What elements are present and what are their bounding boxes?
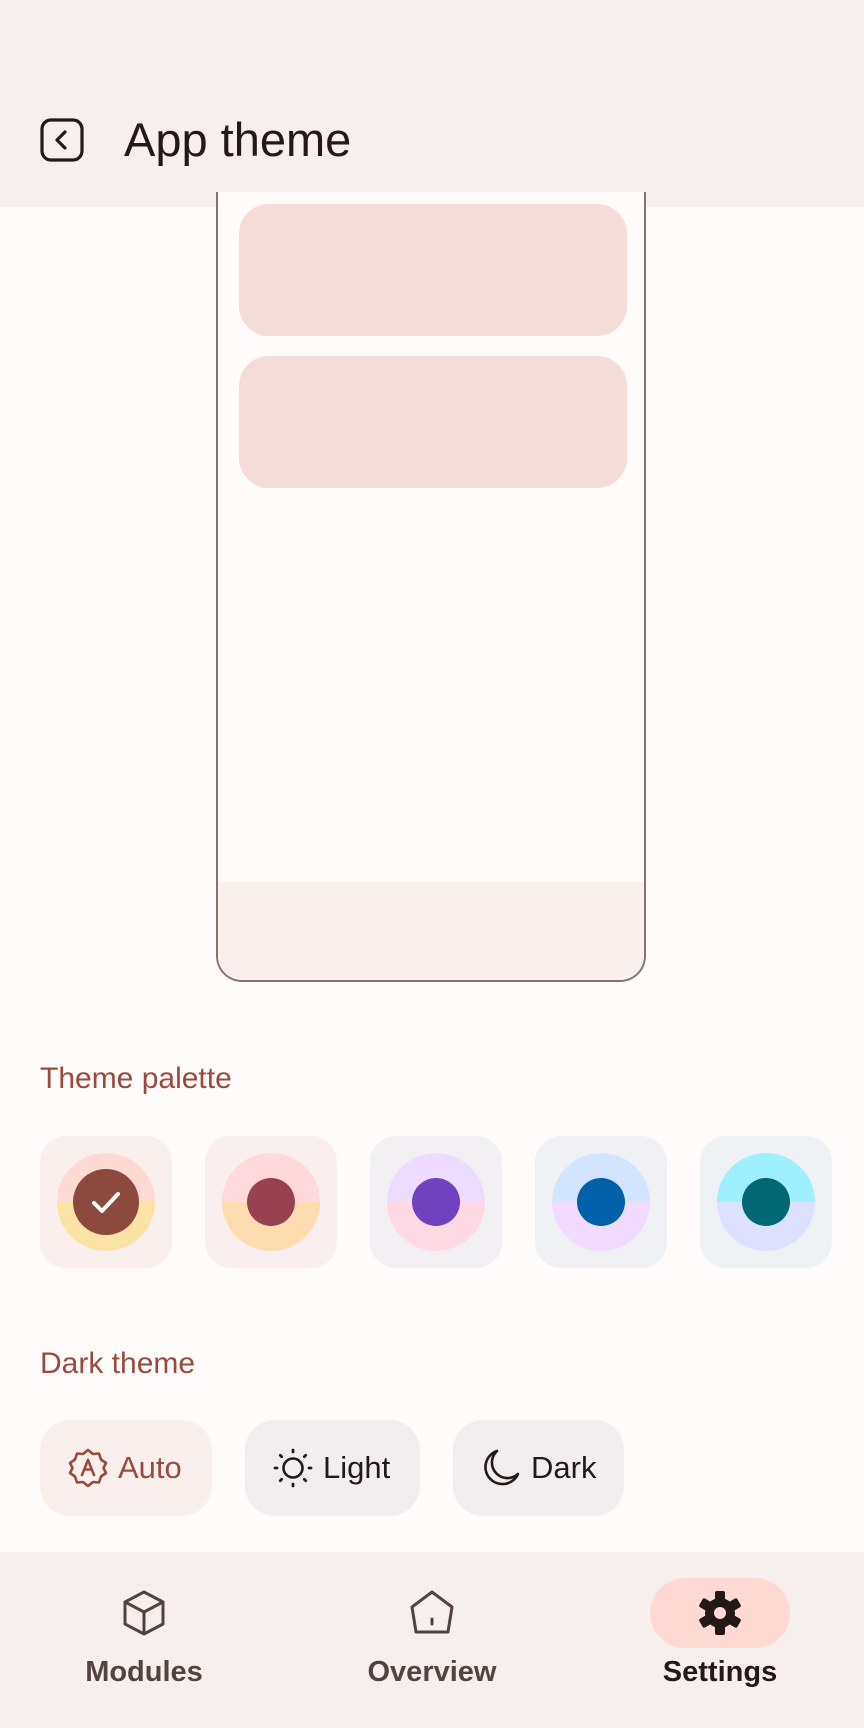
auto-theme-icon — [66, 1446, 110, 1490]
palette-ring — [387, 1153, 485, 1251]
palette-color-dot — [247, 1178, 295, 1226]
back-button[interactable] — [30, 108, 94, 172]
palette-color-dot — [73, 1169, 139, 1235]
palette-swatch[interactable] — [370, 1136, 502, 1268]
preview-nav-bar — [218, 882, 644, 980]
palette-row — [40, 1136, 832, 1268]
light-theme-label: Light — [323, 1450, 391, 1485]
auto-theme-label: Auto — [118, 1450, 182, 1485]
palette-color-dot — [742, 1178, 790, 1226]
palette-ring — [57, 1153, 155, 1251]
auto-theme-chip[interactable]: Auto — [40, 1420, 212, 1516]
theme-palette-title: Theme palette — [40, 1062, 232, 1095]
sun-icon — [271, 1446, 315, 1490]
palette-color-dot — [577, 1178, 625, 1226]
page-title: App theme — [124, 113, 352, 166]
palette-swatch[interactable] — [700, 1136, 832, 1268]
palette-ring — [717, 1153, 815, 1251]
moon-icon — [479, 1446, 523, 1490]
palette-swatch[interactable] — [40, 1136, 172, 1268]
top-app-bar: App theme — [0, 0, 864, 207]
nav-label-modules: Modules — [85, 1656, 203, 1688]
palette-ring — [552, 1153, 650, 1251]
gear-icon — [699, 1591, 741, 1635]
nav-pill — [74, 1578, 214, 1648]
palette-swatch[interactable] — [205, 1136, 337, 1268]
nav-pill — [362, 1578, 502, 1648]
back-icon — [40, 118, 84, 162]
bottom-navigation: Modules Overview Settings — [0, 1552, 864, 1728]
light-theme-chip[interactable]: Light — [245, 1420, 420, 1516]
check-icon — [92, 1192, 120, 1213]
preview-card — [239, 356, 627, 488]
nav-label-settings: Settings — [662, 1656, 778, 1688]
dark-theme-title: Dark theme — [40, 1347, 196, 1380]
palette-swatch[interactable] — [535, 1136, 667, 1268]
preview-card — [239, 204, 627, 336]
nav-item-overview[interactable]: Overview — [288, 1552, 576, 1728]
cube-icon — [123, 1590, 165, 1636]
palette-ring — [222, 1153, 320, 1251]
palette-color-dot — [412, 1178, 460, 1226]
nav-label-overview: Overview — [367, 1656, 497, 1688]
dark-theme-label: Dark — [531, 1450, 597, 1485]
nav-item-settings[interactable]: Settings — [576, 1552, 864, 1728]
home-icon — [410, 1590, 454, 1634]
nav-pill-active — [650, 1578, 790, 1648]
theme-preview — [216, 192, 646, 982]
nav-item-modules[interactable]: Modules — [0, 1552, 288, 1728]
dark-theme-chip[interactable]: Dark — [453, 1420, 624, 1516]
